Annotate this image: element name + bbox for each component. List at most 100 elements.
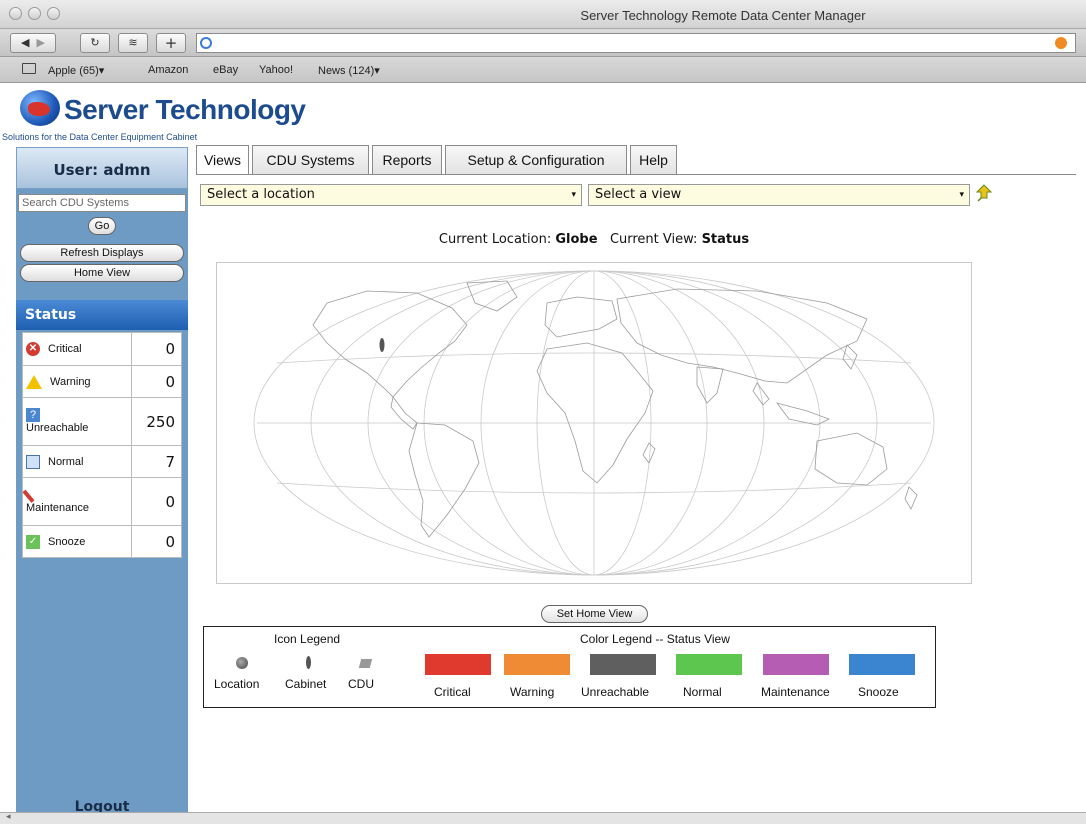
address-bar[interactable] [196, 33, 1076, 53]
dropdown-arrow-icon: ▾ [571, 190, 576, 200]
status-label: Unreachable [26, 421, 89, 434]
swatch-maintenance [763, 654, 829, 675]
location-icon [236, 657, 248, 669]
monitor-icon [26, 454, 40, 469]
bookmark-apple[interactable]: Apple (65)▾ [48, 64, 104, 77]
world-map-graphic [253, 270, 935, 576]
sidebar: User: admn Search CDU Systems Go Refresh… [16, 147, 188, 815]
forward-icon[interactable]: ▶ [37, 36, 45, 49]
bookmarks-book-icon[interactable] [22, 63, 36, 74]
legend-label-warning: Warning [510, 685, 555, 699]
window-title: Server Technology Remote Data Center Man… [580, 8, 866, 23]
user-label: User: admn [53, 161, 151, 179]
plus-icon: + [164, 34, 178, 52]
icon-legend-cabinet: Cabinet [285, 677, 327, 691]
legend-label-critical: Critical [434, 685, 471, 699]
tab-reports[interactable]: Reports [372, 145, 442, 174]
status-label: Snooze [48, 535, 86, 548]
cabinet-icon [306, 656, 311, 669]
cdu-icon [358, 659, 373, 668]
status-row-normal[interactable]: Normal 7 [21, 445, 182, 478]
status-row-snooze[interactable]: ✓ Snooze 0 [21, 525, 182, 558]
checkmark-icon: ✓ [26, 534, 40, 549]
user-box: User: admn [16, 147, 188, 189]
bookmark-ebay[interactable]: eBay [213, 64, 238, 76]
current-view-value: Status [701, 232, 750, 247]
browser-toolbar: ◀ ▶ ↻ ≋ + [0, 29, 1086, 57]
search-cdu-input[interactable]: Search CDU Systems [18, 194, 186, 212]
globe-logo-icon [20, 90, 60, 126]
add-bookmark-button[interactable]: + [156, 33, 186, 53]
current-location-label: Current Location: [438, 232, 552, 247]
cabinet-marker[interactable] [379, 338, 385, 352]
status-row-critical[interactable]: ✕ Critical 0 [21, 332, 182, 366]
legend-label-maintenance: Maintenance [761, 685, 830, 699]
go-up-arrow-icon[interactable] [976, 184, 992, 202]
refresh-displays-button[interactable]: Refresh Displays [20, 244, 184, 262]
bookmark-yahoo[interactable]: Yahoo! [259, 64, 293, 76]
view-select[interactable]: Select a view ▾ [588, 184, 970, 206]
legend-label-unreachable: Unreachable [581, 685, 650, 699]
logo-tagline: Solutions for the Data Center Equipment … [2, 132, 198, 142]
legend-label-snooze: Snooze [858, 685, 899, 699]
status-count: 0 [131, 332, 182, 366]
status-count: 0 [131, 365, 182, 398]
current-location-line: Current Location: Globe Current View: St… [216, 232, 972, 247]
status-label: Maintenance [26, 501, 89, 514]
status-row-maintenance[interactable]: Maintenance 0 [21, 477, 182, 526]
reload-icon: ↻ [90, 36, 100, 49]
status-label: Critical [48, 342, 82, 355]
status-row-unreachable[interactable]: ? Unreachable 250 [21, 397, 182, 446]
icon-legend-cdu: CDU [348, 677, 374, 691]
snippet-icon: ≋ [128, 36, 138, 49]
back-icon[interactable]: ◀ [21, 36, 29, 49]
tab-help[interactable]: Help [630, 145, 677, 174]
status-count: 0 [131, 477, 182, 526]
bookmark-news[interactable]: News (124)▾ [318, 64, 380, 77]
status-heading: Status [16, 300, 188, 330]
scroll-left-icon[interactable]: ◂ [6, 812, 11, 822]
horizontal-scrollbar[interactable]: ◂ [0, 812, 1086, 824]
tab-views[interactable]: Views [196, 145, 249, 175]
icon-legend-location: Location [214, 677, 260, 691]
legend-label-normal: Normal [683, 685, 722, 699]
bookmarks-bar: Apple (65)▾ Amazon eBay Yahoo! News (124… [0, 57, 1086, 83]
swatch-unreachable [590, 654, 656, 675]
status-label: Normal [48, 455, 84, 468]
reload-button[interactable]: ↻ [80, 33, 110, 53]
status-count: 250 [131, 397, 182, 446]
brand-logo: Server Technology Solutions for the Data… [0, 84, 400, 144]
snippet-button[interactable]: ≋ [118, 33, 148, 53]
site-icon [200, 37, 212, 49]
location-select[interactable]: Select a location ▾ [200, 184, 582, 206]
bookmark-amazon[interactable]: Amazon [148, 64, 188, 76]
back-forward-buttons[interactable]: ◀ ▶ [10, 33, 56, 53]
wrench-icon [22, 486, 38, 503]
critical-icon: ✕ [26, 342, 40, 356]
status-table: ✕ Critical 0 Warning 0 ? Unreachable 250 N… [21, 332, 182, 558]
tab-divider [196, 174, 1076, 175]
set-home-view-button[interactable]: Set Home View [541, 605, 648, 623]
stop-reload-icon[interactable] [1055, 37, 1067, 49]
warning-icon [26, 374, 42, 389]
swatch-snooze [849, 654, 915, 675]
dropdown-arrow-icon: ▾ [959, 190, 964, 200]
window-titlebar: Server Technology Remote Data Center Man… [0, 0, 1086, 29]
home-view-button[interactable]: Home View [20, 264, 184, 282]
color-legend-title: Color Legend -- Status View [580, 632, 730, 646]
current-location-value: Globe [555, 232, 598, 247]
status-row-warning[interactable]: Warning 0 [21, 365, 182, 398]
swatch-critical [425, 654, 491, 675]
swatch-normal [676, 654, 742, 675]
logo-name: Server Technology [64, 94, 306, 125]
status-label: Warning [50, 375, 91, 388]
legend-panel: Icon Legend Location Cabinet CDU Color L… [203, 626, 936, 708]
tab-setup-configuration[interactable]: Setup & Configuration [445, 145, 627, 174]
go-button[interactable]: Go [88, 217, 116, 235]
current-view-label: Current View: [609, 232, 698, 247]
tab-cdu-systems[interactable]: CDU Systems [252, 145, 369, 174]
status-count: 0 [131, 525, 182, 558]
view-select-value: Select a view [595, 187, 682, 202]
status-count: 7 [131, 445, 182, 478]
world-map[interactable] [216, 262, 972, 584]
